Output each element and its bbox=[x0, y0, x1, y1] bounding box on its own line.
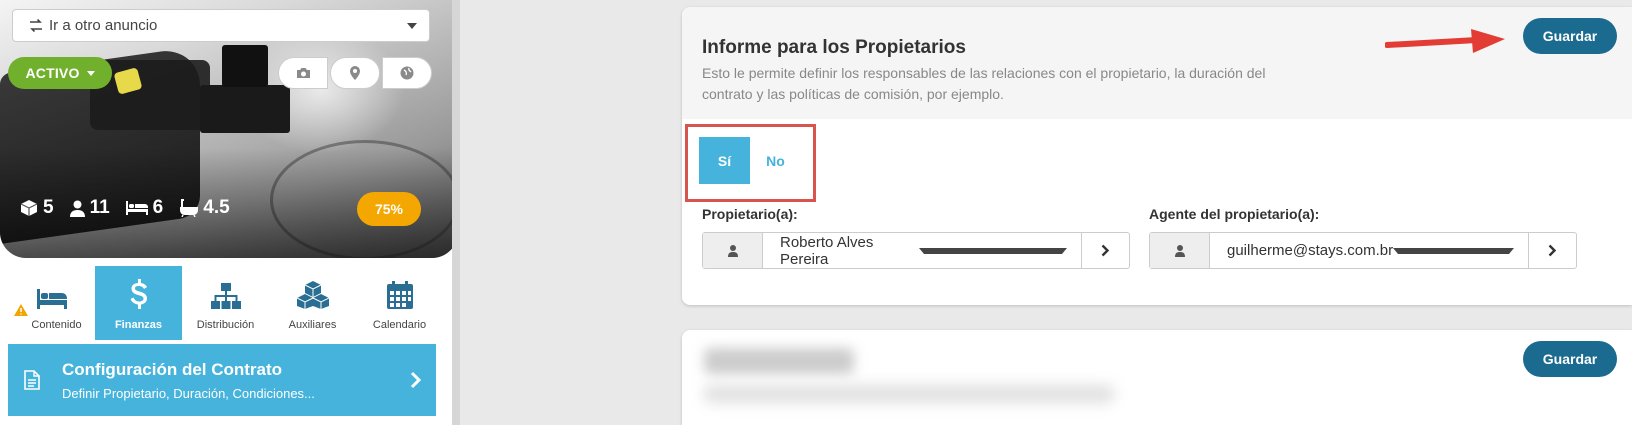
beds-count: 6 bbox=[152, 197, 164, 218]
agent-open-button[interactable] bbox=[1528, 233, 1576, 268]
baths-count: 4.5 bbox=[203, 197, 230, 218]
cube-icon bbox=[20, 200, 38, 216]
chevron-right-icon bbox=[1548, 244, 1557, 257]
agent-picker: guilherme@stays.com.br bbox=[1149, 232, 1577, 269]
contract-card-subtitle: Definir Propietario, Duración, Condicion… bbox=[62, 385, 315, 401]
document-icon bbox=[8, 370, 56, 390]
guests-count: 11 bbox=[89, 197, 110, 218]
listing-nav-select[interactable]: Ir a otro anuncio bbox=[12, 9, 430, 42]
map-pin-icon bbox=[350, 66, 360, 80]
user-icon bbox=[703, 233, 763, 268]
cubes-icon bbox=[296, 281, 329, 309]
tab-label: Auxiliares bbox=[288, 319, 337, 331]
warning-icon bbox=[14, 304, 28, 329]
chevron-down-icon bbox=[1393, 247, 1514, 254]
next-settings-card: Guardar bbox=[682, 330, 1632, 425]
photo-tv-stand bbox=[200, 85, 290, 133]
agent-value: guilherme@stays.com.br bbox=[1227, 242, 1394, 259]
photo-tv bbox=[222, 45, 268, 87]
chevron-right-icon bbox=[396, 371, 436, 389]
bed-icon bbox=[125, 201, 148, 215]
chevron-right-icon bbox=[1101, 244, 1110, 257]
dollar-icon bbox=[130, 279, 147, 309]
website-button[interactable] bbox=[382, 57, 432, 89]
owner-value: Roberto Alves Pereira bbox=[780, 233, 874, 268]
bed-icon bbox=[36, 289, 67, 309]
blurred-title bbox=[704, 348, 854, 374]
owner-report-description: Esto le permite definir los responsables… bbox=[702, 65, 1266, 102]
calendar-icon bbox=[386, 281, 413, 309]
tab-calendario[interactable]: Calendario bbox=[356, 266, 443, 340]
chevron-down-icon bbox=[918, 247, 1067, 254]
completion-badge[interactable]: 75% bbox=[357, 192, 421, 226]
blurred-description bbox=[704, 385, 1114, 403]
bathtub-icon bbox=[180, 199, 199, 217]
contract-settings-card[interactable]: Configuración del Contrato Definir Propi… bbox=[8, 344, 436, 416]
status-dropdown[interactable]: ACTIVO bbox=[8, 57, 112, 89]
agent-field-label: Agente del propietario(a): bbox=[1149, 206, 1320, 222]
owner-field-label: Propietario(a): bbox=[702, 206, 798, 222]
tab-label: Calendario bbox=[372, 319, 427, 331]
sitemap-icon bbox=[210, 283, 241, 309]
swap-arrows-icon bbox=[30, 19, 42, 32]
owner-open-button[interactable] bbox=[1081, 233, 1129, 268]
app-root: Ir a otro anuncio ACTIVO 5 11 6 4.5 75% … bbox=[0, 0, 1632, 425]
camera-icon bbox=[296, 68, 310, 78]
tab-distribucion[interactable]: Distribución bbox=[182, 266, 269, 340]
agent-select[interactable]: guilherme@stays.com.br bbox=[1210, 233, 1528, 268]
tab-label: Finanzas bbox=[114, 319, 163, 331]
owner-report-toggle: Sí No bbox=[699, 137, 801, 184]
owner-picker: Roberto Alves Pereira bbox=[702, 232, 1130, 269]
location-button[interactable] bbox=[330, 57, 380, 89]
listing-tabs: Contenido Finanzas Distribución Auxiliar… bbox=[0, 258, 452, 344]
chevron-down-icon bbox=[407, 22, 417, 29]
toggle-no-button[interactable]: No bbox=[750, 137, 801, 184]
panel-divider bbox=[452, 0, 460, 425]
contract-card-title: Configuración del Contrato bbox=[62, 359, 283, 379]
tab-label: Distribución bbox=[196, 319, 255, 331]
photos-button[interactable] bbox=[278, 57, 328, 89]
chevron-down-icon bbox=[86, 70, 95, 76]
toggle-yes-button[interactable]: Sí bbox=[699, 137, 750, 184]
baths-stat: 4.5 bbox=[179, 197, 230, 219]
tab-auxiliares[interactable]: Auxiliares bbox=[269, 266, 356, 340]
media-button-group bbox=[278, 57, 432, 89]
tab-label: Contenido bbox=[31, 319, 82, 331]
user-icon bbox=[69, 200, 85, 217]
rooms-count: 5 bbox=[43, 197, 54, 218]
rooms-stat: 5 bbox=[20, 197, 54, 219]
arrow-annotation-icon bbox=[1385, 29, 1505, 53]
listing-photo: Ir a otro anuncio ACTIVO 5 11 6 4.5 75% bbox=[0, 0, 458, 258]
save-button-secondary[interactable]: Guardar bbox=[1523, 341, 1617, 377]
listing-sidebar: Ir a otro anuncio ACTIVO 5 11 6 4.5 75% … bbox=[0, 0, 458, 425]
globe-icon bbox=[400, 66, 414, 80]
owner-report-header: Informe para los Propietarios Esto le pe… bbox=[682, 7, 1632, 119]
listing-stats: 5 11 6 4.5 bbox=[20, 197, 230, 219]
tab-finanzas[interactable]: Finanzas bbox=[95, 266, 182, 340]
listing-nav-label: Ir a otro anuncio bbox=[49, 17, 158, 34]
tab-contenido[interactable]: Contenido bbox=[8, 266, 95, 340]
beds-stat: 6 bbox=[125, 197, 164, 219]
user-icon bbox=[1150, 233, 1210, 268]
owner-select[interactable]: Roberto Alves Pereira bbox=[763, 233, 1081, 268]
save-button[interactable]: Guardar bbox=[1523, 18, 1617, 54]
guests-stat: 11 bbox=[69, 197, 110, 219]
status-label: ACTIVO bbox=[25, 65, 80, 81]
